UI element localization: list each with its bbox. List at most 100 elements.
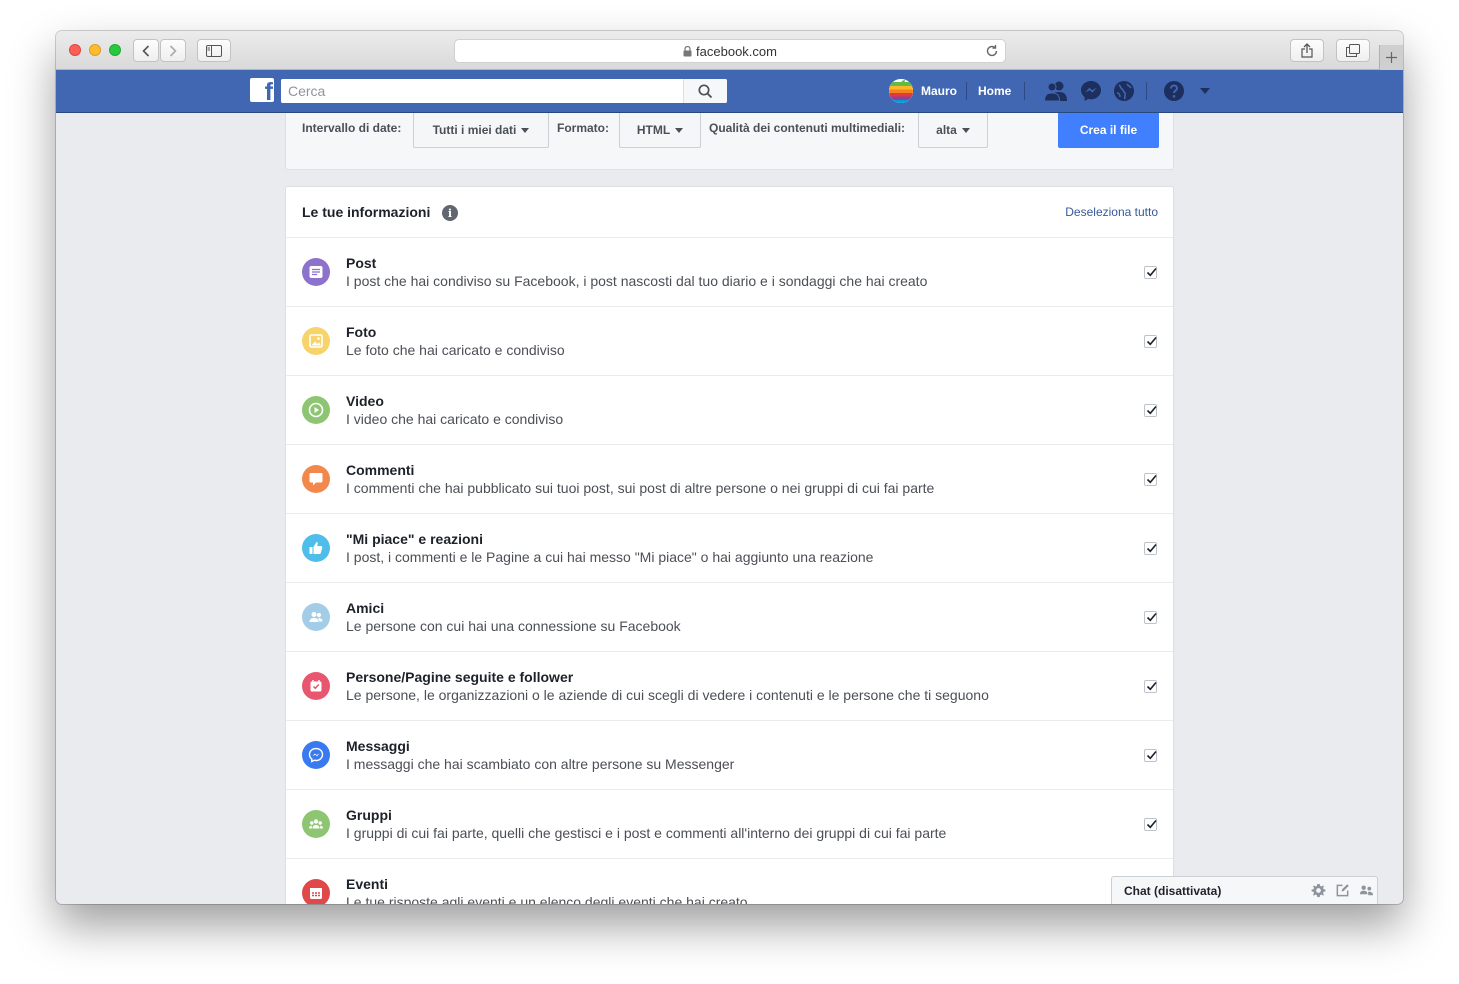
facebook-logo-icon[interactable]: f xyxy=(250,78,274,102)
category-row-friends[interactable]: Amici Le persone con cui hai una conness… xyxy=(286,583,1173,652)
address-bar[interactable]: facebook.com xyxy=(454,39,1006,63)
comment-icon xyxy=(302,465,330,493)
friend-requests-icon[interactable] xyxy=(1044,80,1068,102)
share-button[interactable] xyxy=(1290,39,1324,62)
help-icon[interactable] xyxy=(1163,80,1185,102)
row-title: Eventi xyxy=(346,876,389,892)
row-title: "Mi piace" e reazioni xyxy=(346,531,483,547)
search-button[interactable] xyxy=(683,79,727,103)
plus-icon xyxy=(1386,52,1397,63)
category-row-following-followers[interactable]: Persone/Pagine seguite e follower Le per… xyxy=(286,652,1173,721)
events-icon xyxy=(302,879,330,904)
like-icon xyxy=(302,534,330,562)
contacts-icon[interactable] xyxy=(1359,883,1374,898)
checkmark-icon xyxy=(1146,681,1157,691)
row-title: Persone/Pagine seguite e follower xyxy=(346,669,574,685)
caret-down-icon xyxy=(961,127,970,133)
post-icon xyxy=(302,258,330,286)
category-row-messages[interactable]: Messaggi I messaggi che hai scambiato co… xyxy=(286,721,1173,790)
search-input[interactable] xyxy=(281,79,683,103)
media-quality-label: Qualità dei contenuti multimediali: xyxy=(709,121,906,135)
row-title: Amici xyxy=(346,600,385,616)
messenger-icon xyxy=(302,741,330,769)
forward-button[interactable] xyxy=(160,39,186,62)
zoom-window-button[interactable] xyxy=(109,44,121,56)
category-row-likes-reactions[interactable]: "Mi piace" e reazioni I post, i commenti… xyxy=(286,514,1173,583)
home-link[interactable]: Home xyxy=(978,84,1011,98)
account-menu-caret-icon[interactable] xyxy=(1199,87,1211,95)
your-information-card: Le tue informazioni i Deseleziona tutto … xyxy=(285,186,1174,904)
facebook-top-bar: f Mauro Home xyxy=(56,70,1403,113)
close-window-button[interactable] xyxy=(69,44,81,56)
include-checkbox[interactable] xyxy=(1144,266,1157,279)
row-description: Le persone, le organizzazioni o le azien… xyxy=(346,687,989,703)
category-row-videos[interactable]: Video I video che hai caricato e condivi… xyxy=(286,376,1173,445)
include-checkbox[interactable] xyxy=(1144,335,1157,348)
nav-divider xyxy=(1024,82,1025,100)
chevron-left-icon xyxy=(142,44,150,57)
date-range-dropdown[interactable]: Tutti i miei dati xyxy=(413,113,549,148)
include-checkbox[interactable] xyxy=(1144,404,1157,417)
avatar xyxy=(889,79,913,103)
checkmark-icon xyxy=(1146,612,1157,622)
profile-link[interactable]: Mauro xyxy=(889,79,957,103)
create-file-button[interactable]: Crea il file xyxy=(1058,113,1159,148)
include-checkbox[interactable] xyxy=(1144,473,1157,486)
friends-icon xyxy=(302,603,330,631)
include-checkbox[interactable] xyxy=(1144,818,1157,831)
card-header: Le tue informazioni i Deseleziona tutto xyxy=(286,187,1173,238)
checkmark-icon xyxy=(1146,336,1157,346)
url-text: facebook.com xyxy=(696,43,777,59)
row-title: Commenti xyxy=(346,462,415,478)
video-icon xyxy=(302,396,330,424)
new-tab-button[interactable] xyxy=(1379,45,1403,70)
compose-icon[interactable] xyxy=(1335,883,1350,898)
category-row-groups[interactable]: Gruppi I gruppi di cui fai parte, quelli… xyxy=(286,790,1173,859)
search-box xyxy=(281,79,727,103)
row-description: Le tue risposte agli eventi e un elenco … xyxy=(346,894,748,904)
row-title: Foto xyxy=(346,324,377,340)
download-options-bar: Intervallo di date: Tutti i miei dati Fo… xyxy=(285,113,1174,170)
row-description: I gruppi di cui fai parte, quelli che ge… xyxy=(346,825,947,841)
deselect-all-link[interactable]: Deseleziona tutto xyxy=(1065,205,1158,219)
include-checkbox[interactable] xyxy=(1144,542,1157,555)
back-button[interactable] xyxy=(133,39,159,62)
reload-icon[interactable] xyxy=(985,44,999,58)
row-description: I post, i commenti e le Pagine a cui hai… xyxy=(346,549,874,565)
checkmark-icon xyxy=(1146,474,1157,484)
row-title: Video xyxy=(346,393,384,409)
row-description: Le foto che hai caricato e condiviso xyxy=(346,342,565,358)
category-row-photos[interactable]: Foto Le foto che hai caricato e condivis… xyxy=(286,307,1173,376)
gear-icon[interactable] xyxy=(1311,883,1326,898)
date-range-label: Intervallo di date: xyxy=(302,121,402,135)
media-quality-dropdown[interactable]: alta xyxy=(918,113,988,148)
row-title: Messaggi xyxy=(346,738,410,754)
notifications-globe-icon[interactable] xyxy=(1113,80,1135,102)
format-dropdown[interactable]: HTML xyxy=(619,113,701,148)
minimize-window-button[interactable] xyxy=(89,44,101,56)
chat-bar[interactable]: Chat (disattivata) xyxy=(1111,876,1378,904)
category-row-post[interactable]: Post I post che hai condiviso su Faceboo… xyxy=(286,238,1173,307)
tabs-icon xyxy=(1346,44,1360,57)
share-icon xyxy=(1301,43,1313,58)
tabs-button[interactable] xyxy=(1336,39,1370,62)
format-value: HTML xyxy=(636,123,671,137)
include-checkbox[interactable] xyxy=(1144,680,1157,693)
caret-down-icon xyxy=(521,127,530,133)
search-icon xyxy=(698,83,713,98)
category-row-events[interactable]: Eventi Le tue risposte agli eventi e un … xyxy=(286,859,1173,904)
category-row-comments[interactable]: Commenti I commenti che hai pubblicato s… xyxy=(286,445,1173,514)
row-description: I video che hai caricato e condiviso xyxy=(346,411,564,427)
date-range-value: Tutti i miei dati xyxy=(432,123,517,137)
checkmark-icon xyxy=(1146,750,1157,760)
include-checkbox[interactable] xyxy=(1144,749,1157,762)
follow-icon xyxy=(302,672,330,700)
user-name: Mauro xyxy=(921,84,957,98)
checkmark-icon xyxy=(1146,405,1157,415)
row-description: I post che hai condiviso su Facebook, i … xyxy=(346,273,928,289)
include-checkbox[interactable] xyxy=(1144,611,1157,624)
messenger-icon[interactable] xyxy=(1080,80,1102,102)
sidebar-button[interactable] xyxy=(197,39,231,62)
info-icon[interactable]: i xyxy=(442,205,458,221)
card-title: Le tue informazioni xyxy=(302,204,431,220)
